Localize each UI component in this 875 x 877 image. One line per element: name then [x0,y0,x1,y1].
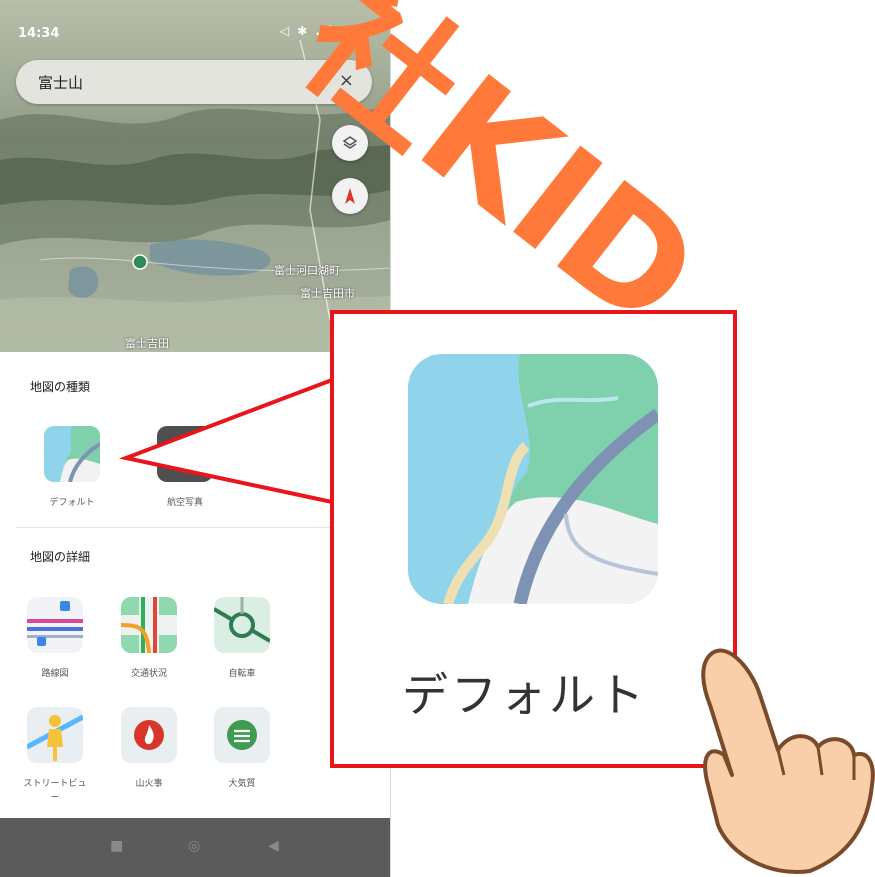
detail-wildfire-label: 山火事 [135,779,163,789]
map-type-default[interactable]: デフォルト [37,426,107,510]
detail-air-quality-label: 大気質 [228,779,256,789]
map-label: 富士吉田 [125,337,169,350]
map-type-title: 地図の種類 [30,380,91,394]
map-type-satellite[interactable]: 航空写真 [150,426,220,510]
transit-icon [27,597,83,653]
map-type-default-label: デフォルト [49,498,95,508]
details-title: 地図の詳細 [30,550,91,564]
map-label: 富士吉田市 [300,287,355,300]
default-map-icon [408,354,658,604]
map-label: 富士河口湖町 [274,264,340,277]
wildfire-icon [121,707,177,763]
detail-street-view-label: ストリートビュー [23,779,87,803]
recents-button[interactable]: ■ [110,838,123,854]
home-button[interactable]: ◎ [188,838,200,854]
callout-zoom-box: デフォルト [330,310,737,768]
detail-air-quality[interactable]: 大気質 [207,707,277,791]
compass-button[interactable] [332,178,368,214]
search-query[interactable]: 富士山 [38,72,83,93]
detail-bicycle[interactable]: 自転車 [207,597,277,681]
pointing-hand-icon [701,648,875,874]
street-view-icon [27,707,83,763]
bicycle-icon [214,597,270,653]
map-type-satellite-label: 航空写真 [166,498,203,508]
detail-transit-label: 路線図 [41,669,69,679]
detail-street-view[interactable]: ストリートビュー [20,707,90,805]
detail-wildfire[interactable]: 山火事 [114,707,184,791]
default-map-icon [44,426,100,482]
air-quality-icon [214,707,270,763]
detail-transit[interactable]: 路線図 [20,597,90,681]
satellite-map-icon [157,426,213,482]
status-time: 14:34 [18,26,60,41]
callout-label: デフォルト [402,668,647,722]
back-button[interactable]: ◀ [268,838,279,854]
detail-bicycle-label: 自転車 [228,669,256,679]
detail-traffic-label: 交通状況 [130,669,167,679]
compass-icon [345,188,355,204]
traffic-icon [121,597,177,653]
detail-traffic[interactable]: 交通状況 [114,597,184,681]
system-nav-bar: ■ ◎ ◀ [0,818,390,877]
